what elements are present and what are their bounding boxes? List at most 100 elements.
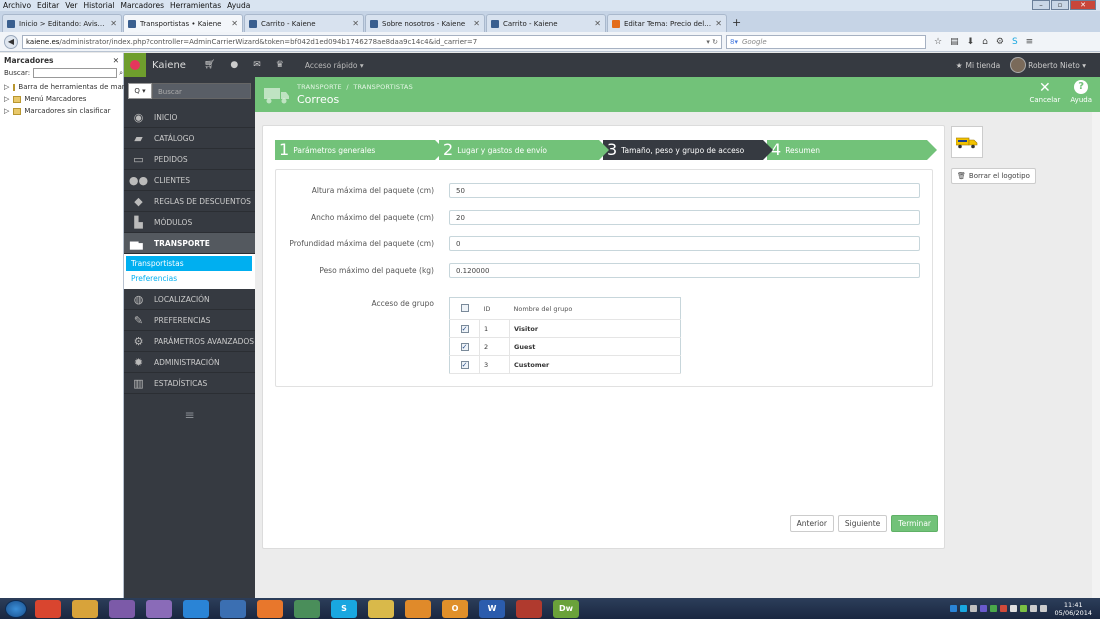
clock[interactable]: 11:41 05/06/2014 bbox=[1055, 601, 1092, 617]
user-menu[interactable]: Roberto Nieto ▾ bbox=[1028, 61, 1086, 70]
step-3-current[interactable]: 3 Tamaño, peso y grupo de acceso bbox=[603, 140, 773, 160]
max-height-input[interactable]: 50 bbox=[449, 182, 920, 198]
prestashop-logo-icon[interactable] bbox=[124, 53, 146, 77]
tray-icon[interactable] bbox=[1009, 605, 1017, 612]
group-checkbox-visitor[interactable]: ✓ bbox=[460, 324, 469, 333]
tray-icon[interactable] bbox=[999, 605, 1007, 612]
dropbox-taskbar-icon[interactable] bbox=[183, 599, 209, 618]
tray-icon[interactable] bbox=[989, 605, 997, 612]
minimize-button[interactable]: – bbox=[1032, 0, 1050, 10]
menu-icon[interactable]: ≡ bbox=[1026, 37, 1034, 47]
close-tab-icon[interactable]: ✕ bbox=[594, 19, 601, 28]
browser-tab[interactable]: Editar Tema: Precio del env...✕ bbox=[607, 14, 727, 32]
tray-icon[interactable] bbox=[1019, 605, 1027, 612]
browser-tab[interactable]: Carrito - Kaiene ✕ bbox=[244, 14, 364, 32]
search-type-button[interactable]: Q ▾ bbox=[128, 83, 152, 99]
bookmark-folder[interactable]: ▷ Menú Marcadores bbox=[0, 93, 123, 105]
cart-icon[interactable]: 🛒︎ bbox=[204, 60, 215, 70]
network-icon[interactable] bbox=[1029, 605, 1037, 612]
menu-herramientas[interactable]: Herramientas bbox=[170, 1, 221, 10]
star-icon[interactable]: ☆ bbox=[934, 37, 942, 47]
step-4[interactable]: 4 Resumen bbox=[767, 140, 937, 160]
browser-tab[interactable]: Carrito - Kaiene ✕ bbox=[486, 14, 606, 32]
tray-icon[interactable] bbox=[959, 605, 967, 612]
nav-item-pedidos[interactable]: ▭ PEDIDOS bbox=[124, 149, 255, 170]
download-icon[interactable]: ⬇ bbox=[967, 37, 975, 47]
browser-tab[interactable]: Sobre nosotros - Kaiene ✕ bbox=[365, 14, 485, 32]
paint-taskbar-icon[interactable] bbox=[72, 599, 98, 618]
avatar[interactable] bbox=[1010, 57, 1027, 73]
maximize-button[interactable]: ▫ bbox=[1051, 0, 1069, 10]
url-bar[interactable]: kaiene.es/administrator/index.php?contro… bbox=[22, 34, 722, 49]
extension-icon[interactable]: ⚙ bbox=[996, 37, 1004, 47]
collapse-menu-icon[interactable]: ≡ bbox=[124, 408, 255, 422]
tray-icon[interactable] bbox=[979, 605, 987, 612]
select-all-checkbox[interactable] bbox=[460, 303, 469, 312]
max-width-input[interactable]: 20 bbox=[449, 209, 920, 225]
page-scrollbar[interactable] bbox=[1092, 112, 1100, 598]
chrome-taskbar-icon[interactable] bbox=[35, 599, 61, 618]
nav-item-localizacion[interactable]: ◍ LOCALIZACIÓN bbox=[124, 289, 255, 310]
browser-tab[interactable]: Inicio > Editando: Aviso le... ✕ bbox=[2, 14, 122, 32]
cancel-button[interactable]: ✕ Cancelar bbox=[1029, 80, 1060, 104]
max-depth-input[interactable]: 0 bbox=[449, 235, 920, 251]
menu-ayuda[interactable]: Ayuda bbox=[227, 1, 250, 10]
browser-tab-active[interactable]: Transportistas • Kaiene ✕ bbox=[123, 14, 243, 32]
firefox-taskbar-icon[interactable] bbox=[257, 599, 283, 618]
dreamweaver-taskbar-icon[interactable]: Dw bbox=[553, 599, 579, 618]
help-button[interactable]: ? Ayuda bbox=[1070, 80, 1092, 104]
nav-item-transporte[interactable]: ▅▖ TRANSPORTE bbox=[124, 233, 255, 254]
user-icon[interactable]: ● bbox=[230, 60, 238, 70]
nav-item-clientes[interactable]: ●● CLIENTES bbox=[124, 170, 255, 191]
bookmark-folder[interactable]: ▷ Barra de herramientas de marca... bbox=[0, 81, 139, 93]
close-tab-icon[interactable]: ✕ bbox=[715, 19, 722, 28]
app-purple-1-taskbar-icon[interactable] bbox=[109, 599, 135, 618]
close-sidebar-icon[interactable]: ✕ bbox=[113, 56, 119, 65]
breadcrumb-transporte[interactable]: TRANSPORTE bbox=[297, 83, 342, 91]
reading-list-icon[interactable]: ▤ bbox=[950, 37, 959, 47]
step-1[interactable]: 1 Parámetros generales bbox=[275, 140, 445, 160]
finish-button[interactable]: Terminar bbox=[891, 515, 938, 532]
bookmark-folder[interactable]: ▷ Marcadores sin clasificar bbox=[0, 105, 123, 117]
previous-button[interactable]: Anterior bbox=[789, 515, 834, 532]
bookmarks-search-input[interactable] bbox=[33, 68, 118, 78]
nav-item-modulos[interactable]: ▙ MÓDULOS bbox=[124, 212, 255, 233]
envelope-icon[interactable]: ✉ bbox=[253, 60, 261, 70]
subnav-preferencias[interactable]: Preferencias bbox=[124, 271, 255, 286]
start-button[interactable] bbox=[5, 599, 27, 618]
media-player-taskbar-icon[interactable] bbox=[405, 599, 431, 618]
my-shop-link[interactable]: Mi tienda bbox=[965, 61, 1000, 70]
new-tab-button[interactable]: + bbox=[732, 16, 741, 29]
nav-item-estadisticas[interactable]: ▥ ESTADÍSTICAS bbox=[124, 373, 255, 394]
close-tab-icon[interactable]: ✕ bbox=[110, 19, 117, 28]
admin-search-input[interactable]: Buscar bbox=[152, 83, 251, 99]
back-button[interactable]: ◀ bbox=[4, 34, 18, 49]
trophy-icon[interactable]: ♛ bbox=[276, 60, 284, 70]
app-blue-taskbar-icon[interactable] bbox=[220, 599, 246, 618]
skype-taskbar-icon[interactable]: S bbox=[331, 599, 357, 618]
step-2[interactable]: 2 Lugar y gastos de envío bbox=[439, 140, 609, 160]
delete-logo-button[interactable]: 🗑︎ Borrar el logotipo bbox=[951, 168, 1036, 184]
word-taskbar-icon[interactable]: W bbox=[479, 599, 505, 618]
nav-item-preferencias[interactable]: ✎ PREFERENCIAS bbox=[124, 310, 255, 331]
menu-ver[interactable]: Ver bbox=[65, 1, 77, 10]
menu-editar[interactable]: Editar bbox=[37, 1, 59, 10]
group-checkbox-customer[interactable]: ✓ bbox=[460, 360, 469, 369]
max-weight-input[interactable]: 0.120000 bbox=[449, 262, 920, 278]
close-tab-icon[interactable]: ✕ bbox=[231, 19, 238, 28]
shop-name[interactable]: Kaiene bbox=[152, 60, 186, 71]
home-icon[interactable]: ⌂ bbox=[982, 37, 988, 47]
app-purple-2-taskbar-icon[interactable] bbox=[146, 599, 172, 618]
outlook-taskbar-icon[interactable]: O bbox=[442, 599, 468, 618]
explorer-taskbar-icon[interactable] bbox=[368, 599, 394, 618]
nav-item-catalogo[interactable]: ▰ CATÁLOGO bbox=[124, 128, 255, 149]
tray-icon[interactable] bbox=[969, 605, 977, 612]
close-window-button[interactable]: ✕ bbox=[1070, 0, 1096, 10]
volume-icon[interactable] bbox=[1039, 605, 1047, 612]
group-checkbox-guest[interactable]: ✓ bbox=[460, 342, 469, 351]
next-button[interactable]: Siguiente bbox=[837, 515, 888, 532]
menu-marcadores[interactable]: Marcadores bbox=[121, 1, 165, 10]
subnav-transportistas[interactable]: Transportistas bbox=[126, 256, 252, 271]
nav-item-administracion[interactable]: ✹ ADMINISTRACIÓN bbox=[124, 352, 255, 373]
web-search-box[interactable]: 8▾ Google bbox=[726, 34, 926, 49]
